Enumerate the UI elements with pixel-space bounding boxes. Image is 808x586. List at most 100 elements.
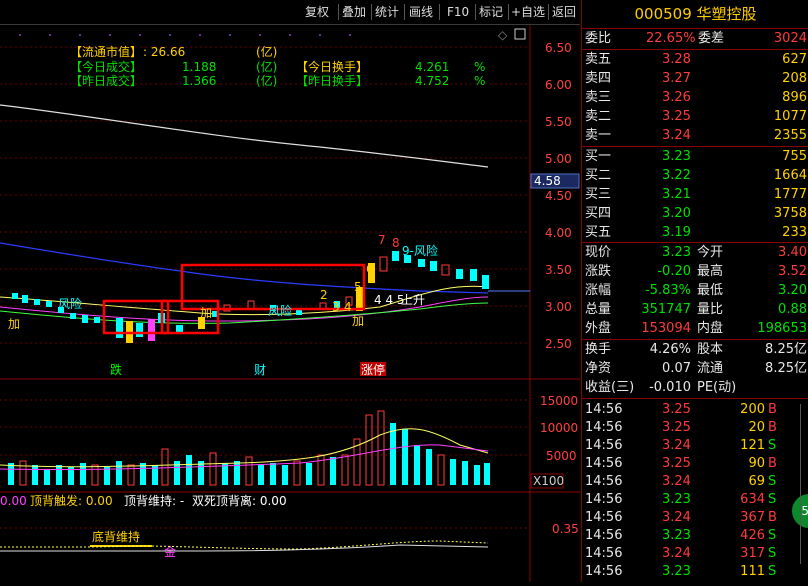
tick-price: 3.25 [662, 456, 691, 471]
stat-value: -0.20 [657, 264, 691, 279]
price-tick: 5.50 [545, 115, 572, 129]
ask-label: 卖四 [585, 71, 612, 86]
tick-time: 14:56 [585, 402, 623, 417]
ask-row[interactable]: 卖三 3.26 896 [582, 89, 808, 107]
ask-volume: 208 [782, 71, 807, 86]
toolbar-overlay[interactable]: 叠加 [342, 3, 366, 21]
tick-volume: 367 [740, 510, 765, 525]
stat-row: 现价 3.23 今开 3.40 [582, 244, 808, 262]
indicator-value: 0.00 [0, 494, 27, 508]
stat-label: 总量 [585, 302, 612, 317]
tick-row: 14:56 3.24 69 S [582, 473, 808, 491]
volume-tick: 5000 [546, 449, 577, 463]
tick-price: 3.24 [662, 474, 691, 489]
tick-row: 14:56 3.23 426 S [582, 527, 808, 545]
weibi-value: 22.65% [646, 31, 696, 46]
indicator-header: 0.00 顶背触发: 0.00 顶背维持: - 双死顶背离: 0.00 底背维持… [0, 493, 287, 559]
ask-volume: 896 [782, 90, 807, 105]
toolbar-separator [404, 4, 405, 20]
bid-price: 3.23 [662, 149, 691, 164]
price-tick: 6.00 [545, 78, 572, 92]
top-dots [19, 34, 351, 36]
ask-price: 3.28 [662, 52, 691, 67]
tick-time: 14:56 [585, 474, 623, 489]
info-today-vol-label: 【今日成交】 [70, 59, 142, 74]
ask-volume: 2355 [773, 128, 807, 143]
bid-volume: 1777 [773, 187, 807, 202]
bid-row[interactable]: 买五 3.19 233 [582, 224, 808, 242]
ask-row[interactable]: 卖二 3.25 1077 [582, 108, 808, 126]
info-mktcap-label: 【流通市值】 [70, 44, 142, 59]
price-tick: 4.00 [545, 226, 572, 240]
diamond-icon[interactable]: ◇ [498, 28, 508, 42]
toolbar-separator [548, 4, 549, 20]
tick-price: 3.24 [662, 546, 691, 561]
info-yest-turn-value: 4.752 [415, 74, 449, 88]
bid-row[interactable]: 买一 3.23 755 [582, 148, 808, 166]
stat-row: 外盘 153094 内盘 198653 [582, 320, 808, 338]
toolbar-add-watchlist[interactable]: +自选 [511, 3, 545, 21]
bid-row[interactable]: 买四 3.20 3758 [582, 205, 808, 223]
tick-price: 3.24 [662, 438, 691, 453]
finance-marker: 财 [254, 363, 266, 377]
divider [582, 242, 808, 243]
tick-row: 14:56 3.25 90 B [582, 455, 808, 473]
bid-label: 买四 [585, 206, 612, 221]
fund-label: PE(动) [697, 380, 737, 395]
sequence-label: 4 4 5 [374, 293, 405, 307]
stat-value: -5.83% [645, 283, 691, 298]
limit-up-marker: 涨停 [361, 362, 385, 377]
fund-row: 换手 4.26% 股本 8.25亿 [582, 341, 808, 359]
current-price-tick: 4.58 [534, 174, 561, 188]
fund-row: 收益(三) -0.010 PE(动) [582, 379, 808, 397]
fund-label: 净资 [585, 361, 612, 376]
toolbar-restore-rights[interactable]: 复权 [305, 3, 329, 21]
expand-icon[interactable] [514, 28, 526, 40]
tick-side: B [768, 402, 777, 417]
bid-price: 3.22 [662, 168, 691, 183]
wave-label: 5 [354, 280, 362, 294]
bid-row[interactable]: 买三 3.21 1777 [582, 186, 808, 204]
tick-volume: 121 [740, 438, 765, 453]
stat-label: 外盘 [585, 321, 612, 336]
bid-row[interactable]: 买二 3.22 1664 [582, 167, 808, 185]
volume-tick: 10000 [540, 421, 578, 435]
tick-time: 14:56 [585, 438, 623, 453]
weicha-label: 委差 [698, 31, 725, 46]
tick-time: 14:56 [585, 510, 623, 525]
ask-row[interactable]: 卖五 3.28 627 [582, 51, 808, 69]
add-mark: 加 [352, 314, 364, 328]
tick-volume: 200 [740, 402, 765, 417]
toolbar-f10[interactable]: F10 [447, 3, 469, 21]
toolbar-draw-line[interactable]: 画线 [409, 3, 433, 21]
tick-row: 14:56 3.24 317 S [582, 545, 808, 563]
kline-chart[interactable]: 6.50 6.00 5.50 5.00 4.58 4.50 4.00 3.50 … [0, 25, 580, 582]
bid-price: 3.21 [662, 187, 691, 202]
wave-label: 8 [392, 236, 400, 250]
bid-volume: 233 [782, 225, 807, 240]
stat-label: 量比 [697, 302, 724, 317]
bid-label: 买一 [585, 149, 612, 164]
risk-mark: 风险 [268, 303, 292, 318]
toolbar-statistics[interactable]: 统计 [375, 3, 399, 21]
bid-volume: 755 [782, 149, 807, 164]
indicator-label-1: 顶背触发: 0.00 [30, 493, 113, 508]
wave-label: 6 [366, 262, 374, 276]
tick-row: 14:56 3.25 20 B [582, 419, 808, 437]
tick-scrollbar[interactable] [800, 404, 807, 564]
toolbar-back[interactable]: 返回 [552, 3, 576, 21]
tick-price: 3.24 [662, 510, 691, 525]
fund-label: 流通 [697, 361, 724, 376]
ask-row[interactable]: 卖一 3.24 2355 [582, 127, 808, 145]
toolbar-mark[interactable]: 标记 [479, 3, 503, 21]
indicator-tick: 0.35 [552, 522, 579, 536]
tick-side: S [768, 492, 777, 507]
bid-label: 买五 [585, 225, 612, 240]
info-yest-vol-label: 【昨日成交】 [70, 73, 142, 88]
ask-price: 3.27 [662, 71, 691, 86]
wave-label: 4 [344, 300, 352, 314]
tick-time: 14:56 [585, 456, 623, 471]
ask-row[interactable]: 卖四 3.27 208 [582, 70, 808, 88]
rise-label: 上升 [401, 293, 425, 307]
volume-unit: X100 [533, 474, 564, 488]
